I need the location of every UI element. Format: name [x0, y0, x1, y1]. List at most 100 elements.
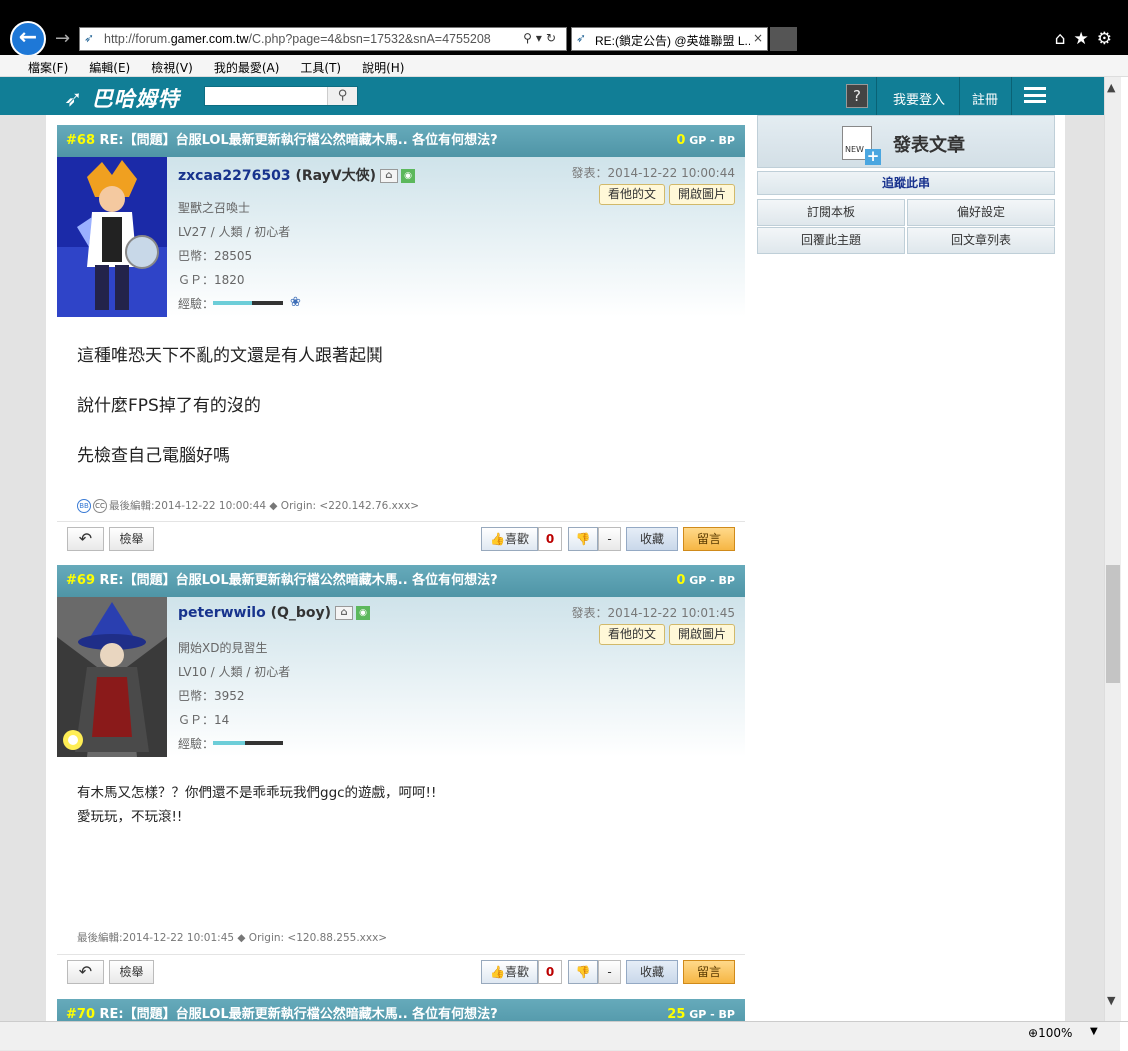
site-search-input[interactable]: ⚲ — [204, 86, 358, 106]
publish-button[interactable]: NEW 發表文章 — [757, 115, 1055, 168]
hamburger-menu-icon[interactable] — [1024, 87, 1046, 103]
favorite-button[interactable]: 收藏 — [626, 960, 678, 984]
post-header: #69 RE:【問題】台服LOL最新更新執行檔公然暗藏木馬.. 各位有何想法? … — [57, 565, 745, 597]
scroll-up-icon[interactable]: ▲ — [1107, 81, 1115, 94]
login-link[interactable]: 我要登入 — [893, 89, 945, 108]
post-title[interactable]: RE:【問題】台服LOL最新更新執行檔公然暗藏木馬.. 各位有何想法? — [100, 1007, 498, 1021]
user-gp: ＧＰ：14 — [178, 713, 230, 727]
thumbs-up-icon: 👍 — [490, 965, 505, 979]
menu-view[interactable]: 檢視(V) — [139, 55, 202, 76]
edit-text: 最後編輯:2014-12-22 10:01:45 ◆ Origin: <120.… — [77, 932, 388, 944]
open-images-button[interactable]: 開啟圖片 — [668, 184, 735, 205]
gp-label: GP — [689, 134, 707, 147]
post-title[interactable]: RE:【問題】台服LOL最新更新執行檔公然暗藏木馬.. 各位有何想法? — [100, 133, 498, 148]
post-header: #70 RE:【問題】台服LOL最新更新執行檔公然暗藏木馬.. 各位有何想法? … — [57, 999, 745, 1021]
divider — [959, 77, 960, 115]
logo-text: 巴哈姆特 — [91, 87, 180, 111]
post-header: #68 RE:【問題】台服LOL最新更新執行檔公然暗藏木馬.. 各位有何想法? … — [57, 125, 745, 157]
like-button[interactable]: 👍喜歡 — [481, 527, 538, 551]
new-tab-button[interactable] — [770, 27, 797, 51]
reply-topic-button[interactable]: 回覆此主題 — [757, 227, 905, 254]
home-icon[interactable]: ⌂ — [335, 606, 354, 620]
rss-icon[interactable]: ◉ — [401, 169, 415, 183]
report-button[interactable]: 檢舉 — [109, 960, 154, 984]
like-button[interactable]: 👍喜歡 — [481, 960, 538, 984]
report-button[interactable]: 檢舉 — [109, 527, 154, 551]
reply-arrow-icon[interactable]: ↶ — [67, 960, 104, 984]
like-label: 喜歡 — [504, 532, 529, 546]
user-buttons: 看他的文 開啟圖片 — [595, 184, 735, 205]
menu-file[interactable]: 檔案(F) — [16, 55, 77, 76]
menu-tools[interactable]: 工具(T) — [288, 55, 350, 76]
scrollbar-thumb[interactable] — [1106, 565, 1120, 683]
user-exp-label: 經驗： — [178, 297, 215, 311]
tab-favicon-icon: ➶ — [576, 31, 587, 45]
subscribe-board-button[interactable]: 訂閱本板 — [757, 199, 905, 226]
thumbs-up-icon: 👍 — [490, 532, 505, 546]
scrollbar[interactable]: ▲ ▼ — [1104, 77, 1121, 1021]
back-arrow-icon[interactable]: ← — [10, 21, 46, 57]
view-posts-button[interactable]: 看他的文 — [598, 184, 665, 205]
bb-icon: BB — [77, 499, 91, 513]
background-window-edge — [1121, 77, 1128, 1021]
nickname: (Q_boy) — [270, 605, 332, 621]
avatar[interactable] — [57, 157, 167, 317]
rss-icon[interactable]: ◉ — [356, 606, 371, 620]
exp-bar-fill — [213, 741, 245, 745]
post-title[interactable]: RE:【問題】台服LOL最新更新執行檔公然暗藏木馬.. 各位有何想法? — [100, 573, 498, 588]
preferences-button[interactable]: 偏好設定 — [907, 199, 1055, 226]
track-thread-button[interactable]: 追蹤此串 — [757, 171, 1055, 195]
view-posts-button[interactable]: 看他的文 — [598, 624, 665, 645]
menu-edit[interactable]: 編輯(E) — [77, 55, 139, 76]
avatar[interactable] — [57, 597, 167, 757]
post-actions: ↶ 檢舉 👍喜歡 0 👎 - 收藏 留言 — [57, 954, 745, 994]
bp-label: - BP — [710, 574, 735, 587]
menu-favorites[interactable]: 我的最愛(A) — [202, 55, 289, 76]
address-bar[interactable]: ➶ http://forum.gamer.com.tw/C.php?page=4… — [79, 27, 567, 51]
user-level: LV27 / 人類 / 初心者 — [178, 225, 291, 239]
thumbs-down-icon[interactable]: 👎 — [568, 527, 598, 551]
reply-arrow-icon[interactable]: ↶ — [67, 527, 104, 551]
search-icon[interactable]: ⚲ — [327, 87, 357, 105]
like-label: 喜歡 — [504, 965, 529, 979]
new-post-icon: NEW — [842, 126, 881, 165]
comment-button[interactable]: 留言 — [683, 960, 735, 984]
username[interactable]: peterwwilo (Q_boy) ⌂ ◉ — [178, 605, 371, 621]
dislike-count: - — [598, 960, 621, 984]
search-refresh-icons[interactable]: ⚲▾↻ — [523, 31, 560, 45]
bp-label: - BP — [710, 1008, 735, 1021]
register-link[interactable]: 註冊 — [972, 89, 998, 108]
back-to-list-button[interactable]: 回文章列表 — [907, 227, 1055, 254]
publish-label: 發表文章 — [893, 135, 965, 156]
browser-chrome: ← → ➶ http://forum.gamer.com.tw/C.php?pa… — [0, 0, 1128, 57]
toolbar-icons[interactable]: ⌂★⚙ — [1055, 29, 1120, 49]
menu-help[interactable]: 說明(H) — [350, 55, 413, 76]
scroll-down-icon[interactable]: ▼ — [1107, 994, 1115, 1007]
gp-label: GP — [689, 1008, 707, 1021]
username-text[interactable]: peterwwilo — [178, 605, 266, 621]
site-logo[interactable]: ➶ 巴哈姆特 — [64, 83, 180, 113]
post-69: #69 RE:【問題】台服LOL最新更新執行檔公然暗藏木馬.. 各位有何想法? … — [57, 565, 745, 999]
tab-title: RE:(鎖定公告) @英雄聯盟 L... — [595, 34, 750, 48]
comment-button[interactable]: 留言 — [683, 527, 735, 551]
thumbs-down-icon[interactable]: 👎 — [568, 960, 598, 984]
browser-tab[interactable]: ➶ RE:(鎖定公告) @英雄聯盟 L... × — [571, 27, 768, 51]
username[interactable]: zxcaa2276503 (RayV大俠) ⌂ ◉ — [178, 165, 415, 185]
site-favicon-icon: ➶ — [84, 31, 95, 45]
tab-close-icon[interactable]: × — [753, 31, 763, 45]
forward-arrow-icon[interactable]: → — [55, 28, 70, 49]
zoom-dropdown-icon[interactable]: ▼ — [1090, 1026, 1098, 1037]
username-text[interactable]: zxcaa2276503 — [178, 168, 291, 184]
status-edge — [1120, 1022, 1128, 1051]
divider — [1011, 77, 1012, 115]
open-images-button[interactable]: 開啟圖片 — [668, 624, 735, 645]
zoom-level[interactable]: ⊕100% — [1028, 1026, 1072, 1040]
like-count: 0 — [538, 527, 562, 551]
favorite-button[interactable]: 收藏 — [626, 527, 678, 551]
dislike-count: - — [598, 527, 621, 551]
help-avatar-icon[interactable]: ? — [846, 84, 868, 108]
post-message-line: 先檢查自己電腦好嗎 — [77, 446, 230, 466]
post-body: peterwwilo (Q_boy) ⌂ ◉ 開始XD的見習生 LV10 / 人類 … — [57, 597, 745, 999]
divider — [876, 77, 877, 115]
home-icon[interactable]: ⌂ — [380, 169, 398, 183]
